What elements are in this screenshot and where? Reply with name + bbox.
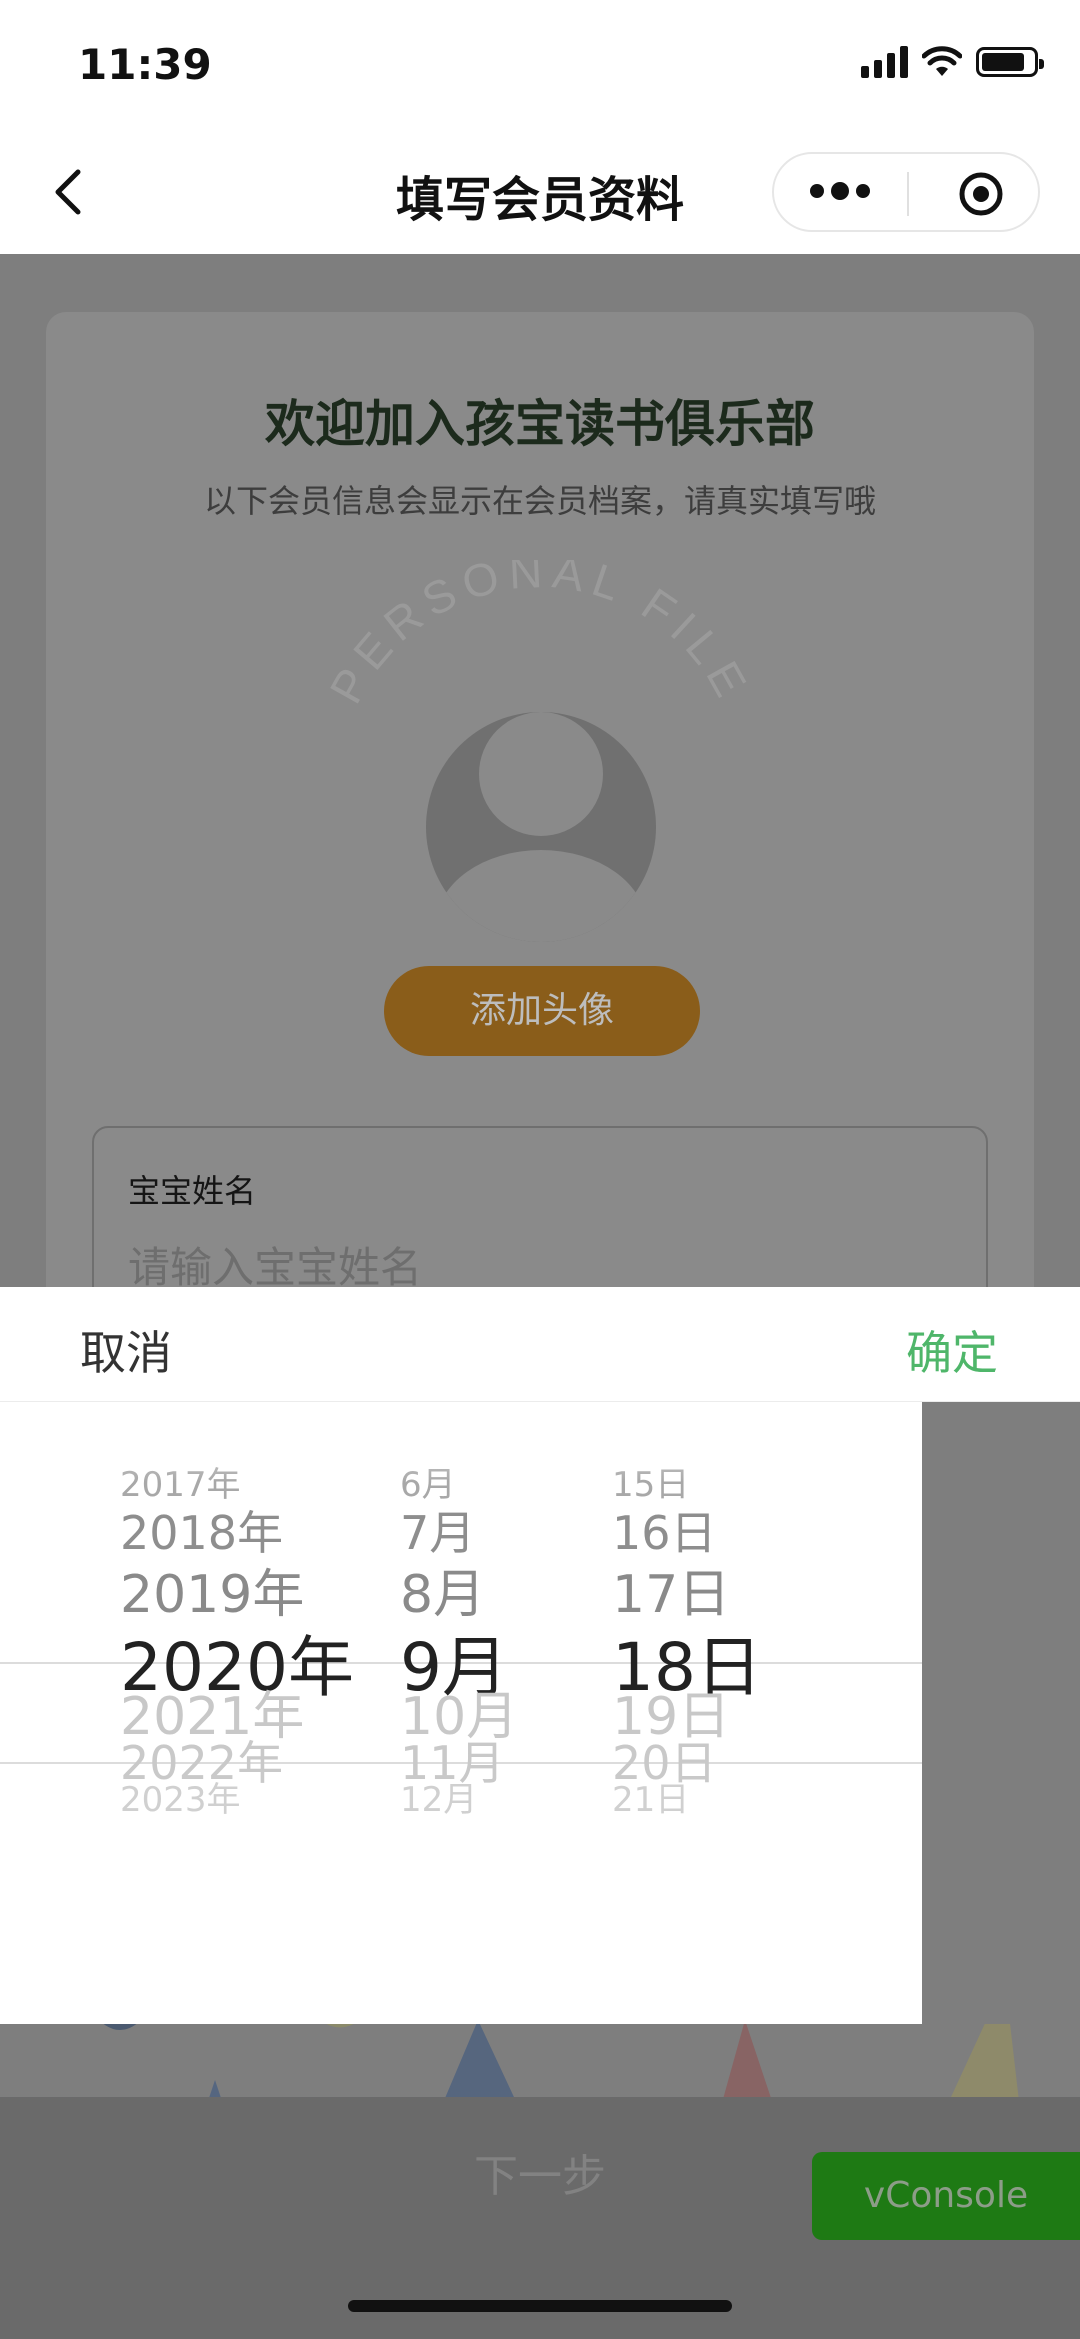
status-time: 11:39 (78, 40, 212, 89)
day-column[interactable]: 15日 16日 17日 18日 19日 20日 21日 (612, 1402, 792, 2024)
home-indicator (348, 2300, 732, 2312)
date-picker: 2017年 2018年 2019年 2020年 2021年 2022年 2023… (0, 1402, 922, 2024)
avatar-placeholder[interactable] (426, 712, 656, 942)
more-icon[interactable] (810, 182, 870, 200)
nav-bar: 填写会员资料 (0, 130, 1080, 254)
mini-program-capsule (772, 152, 1040, 232)
picker-cancel-button[interactable]: 取消 (80, 1317, 172, 1383)
day-option[interactable]: 21日 (612, 1772, 689, 1821)
month-column[interactable]: 6月 7月 8月 9月 10月 11月 12月 (400, 1402, 560, 2024)
welcome-subtitle: 以下会员信息会显示在会员档案，请真实填写哦 (203, 482, 876, 520)
capsule-divider (907, 172, 909, 216)
avatar-head-shape (479, 712, 603, 836)
battery-icon (976, 47, 1044, 77)
month-option[interactable]: 12月 (400, 1772, 477, 1821)
welcome-title: 欢迎加入孩宝读书俱乐部 (265, 395, 815, 453)
cellular-signal-icon (861, 46, 908, 78)
year-column[interactable]: 2017年 2018年 2019年 2020年 2021年 2022年 2023… (120, 1402, 380, 2024)
picker-header: 取消 确定 (0, 1287, 1080, 1402)
baby-name-input[interactable]: 请输入宝宝姓名 (128, 1234, 422, 1295)
wifi-icon (922, 46, 962, 76)
status-icons (861, 46, 1044, 78)
personal-file-text: PERSONAL FILE (320, 560, 753, 712)
svg-text:PERSONAL FILE: PERSONAL FILE (320, 560, 760, 712)
picker-confirm-button[interactable]: 确定 (906, 1317, 998, 1383)
year-option[interactable]: 2023年 (120, 1772, 241, 1821)
add-avatar-button[interactable]: 添加头像 (384, 966, 700, 1056)
status-bar: 11:39 (0, 0, 1080, 130)
baby-name-label: 宝宝姓名 (128, 1172, 257, 1210)
dimmed-strip (922, 1402, 1080, 2024)
close-target-icon[interactable] (958, 171, 1004, 217)
vconsole-button[interactable]: vConsole (812, 2152, 1080, 2240)
avatar-body-shape (436, 850, 646, 942)
